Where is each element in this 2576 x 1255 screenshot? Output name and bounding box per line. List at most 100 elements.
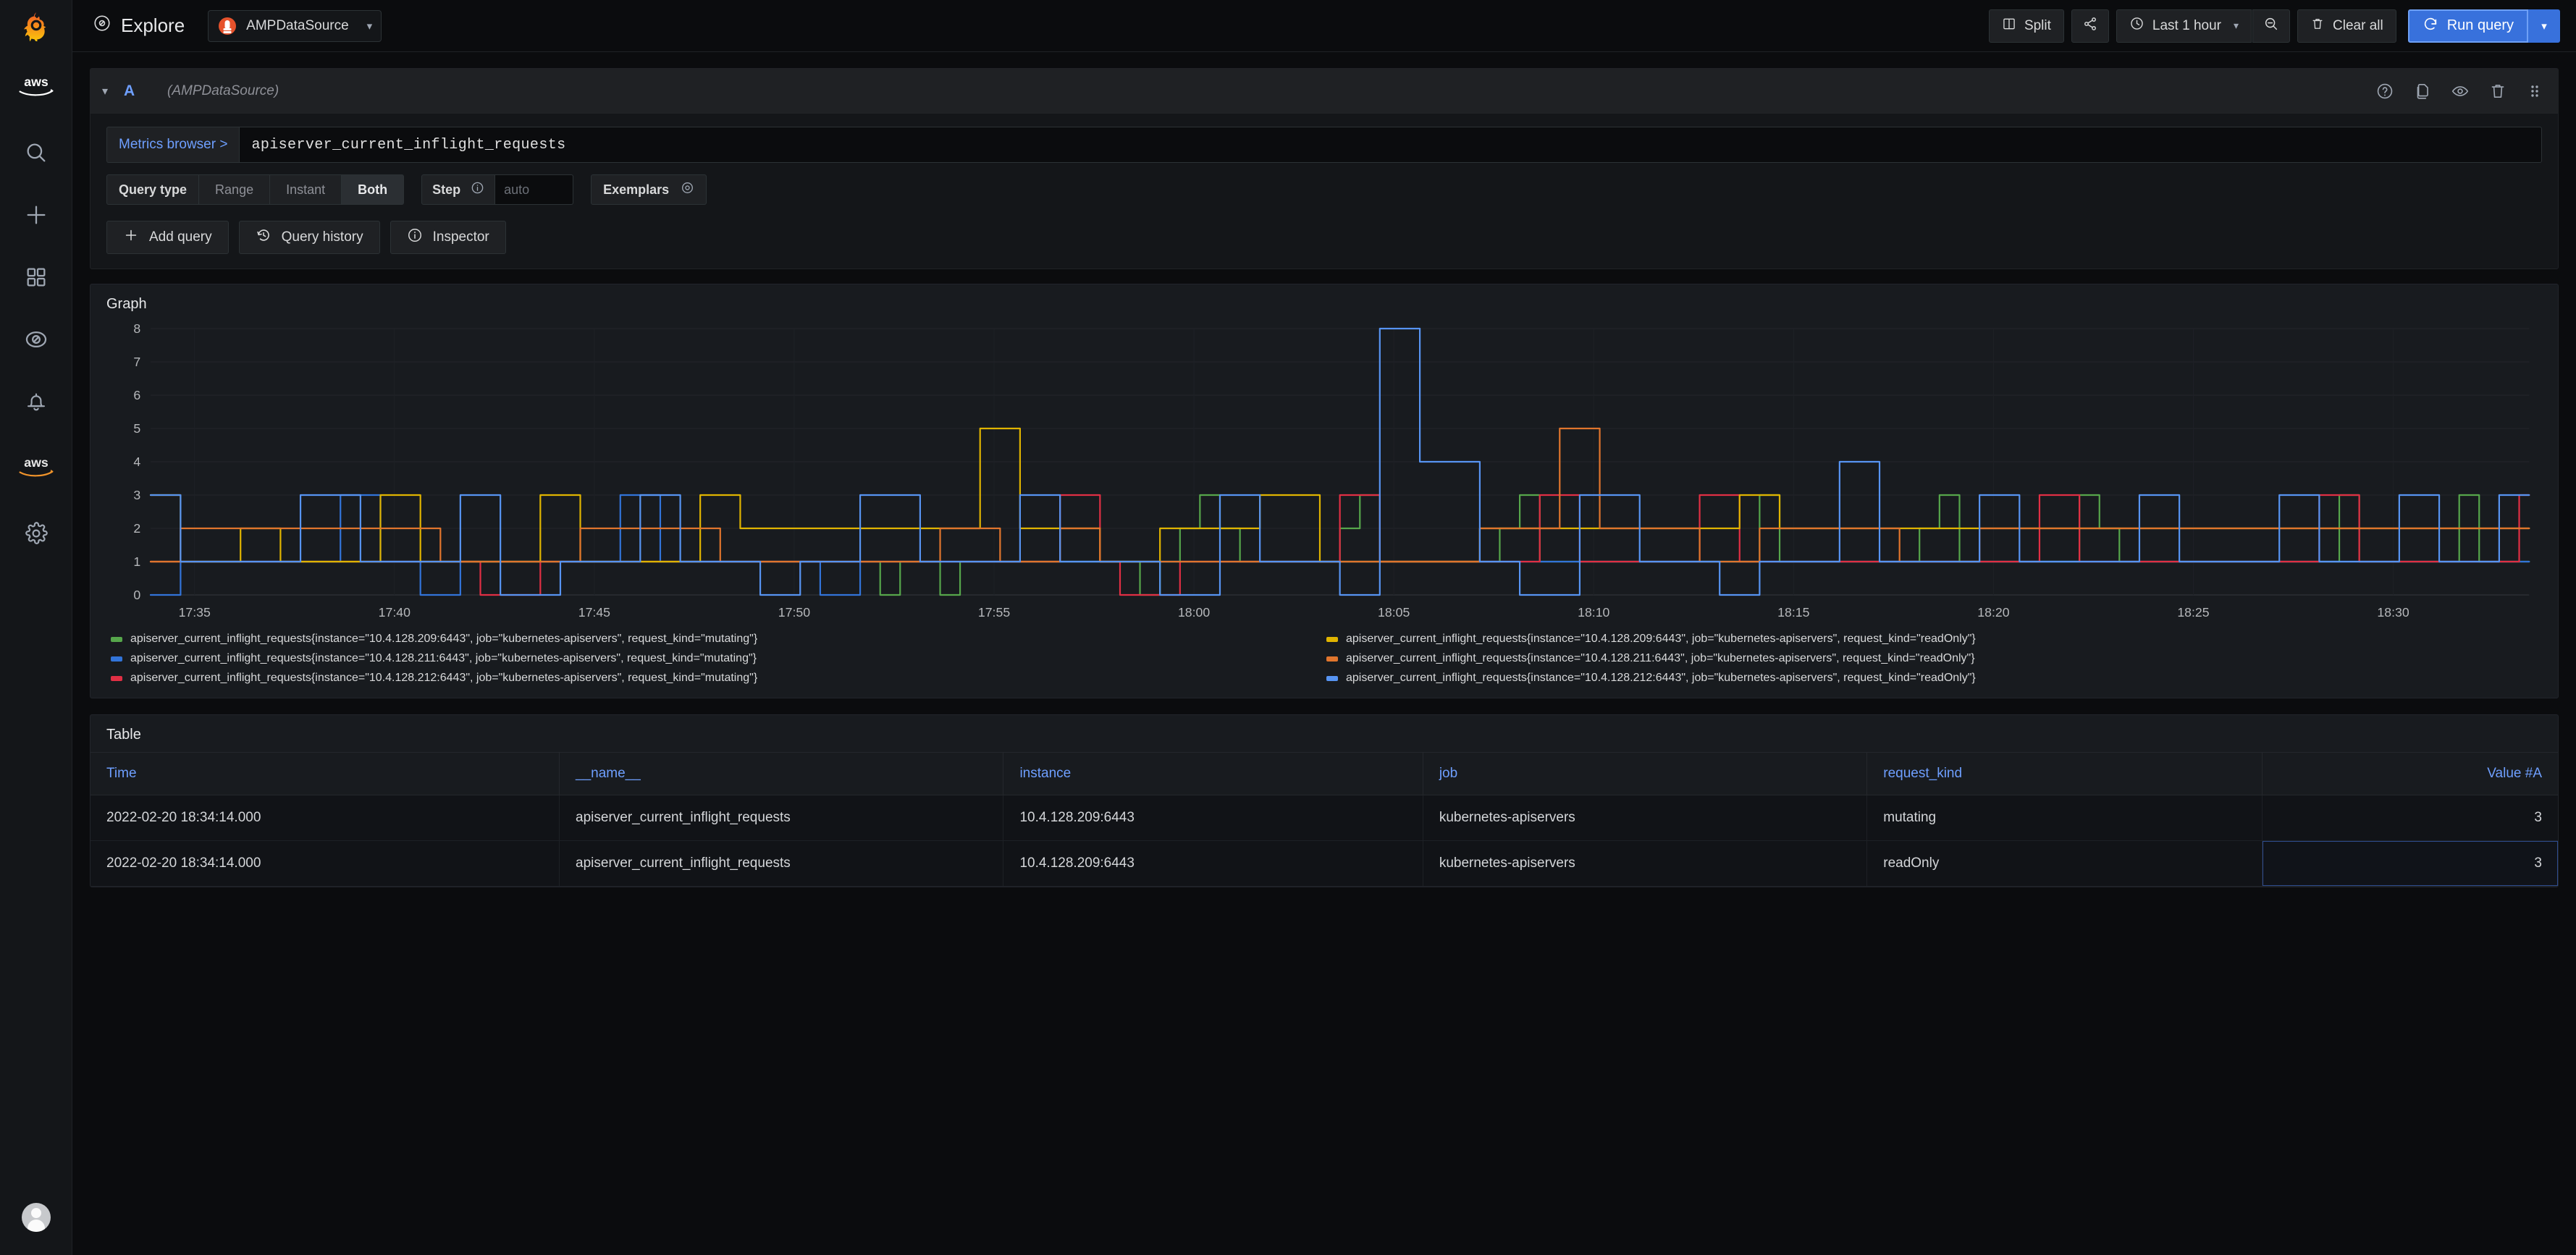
svg-text:4: 4 <box>133 455 140 469</box>
zoom-out-button[interactable] <box>2252 9 2291 43</box>
query-type-instant[interactable]: Instant <box>270 174 342 205</box>
graph-plot-area[interactable]: 0 1 2 3 4 5 6 7 8 17:35 17:40 17:45 17:50 17:55 18:00 1… <box>106 321 2542 625</box>
sidebar-item-aws-logo[interactable]: aws <box>0 52 72 122</box>
table-cell[interactable]: 2022-02-20 18:34:14.000 <box>91 840 560 887</box>
prometheus-icon <box>219 17 237 35</box>
step-input[interactable]: auto <box>495 174 574 205</box>
query-type-both[interactable]: Both <box>342 174 405 205</box>
run-query-label: Run query <box>2446 17 2514 33</box>
sidebar-item-explore[interactable] <box>0 308 72 371</box>
svg-text:0: 0 <box>133 588 140 602</box>
svg-text:1: 1 <box>133 554 140 569</box>
query-ref-id[interactable]: A <box>124 83 167 100</box>
legend-series-label: apiserver_current_inflight_requests{inst… <box>130 633 758 645</box>
legend-item[interactable]: apiserver_current_inflight_requests{inst… <box>111 633 1326 646</box>
datasource-picker[interactable]: AMPDataSource ▾ <box>208 9 382 42</box>
trash-icon[interactable] <box>2488 82 2507 101</box>
svg-text:5: 5 <box>133 421 140 436</box>
table-cell[interactable]: 10.4.128.209:6443 <box>1003 795 1423 841</box>
table-cell[interactable]: kubernetes-apiservers <box>1423 795 1868 841</box>
table-cell[interactable]: 10.4.128.209:6443 <box>1003 840 1423 887</box>
trash-icon <box>2310 17 2325 35</box>
legend-item[interactable]: apiserver_current_inflight_requests{inst… <box>111 672 1326 685</box>
svg-text:18:15: 18:15 <box>1777 605 1809 620</box>
query-row-header: ▾ A (AMPDataSource) <box>91 69 2558 114</box>
metrics-browser-label: Metrics browser > <box>119 137 228 152</box>
query-row-actions <box>2375 82 2543 101</box>
inspector-label: Inspector <box>432 229 489 245</box>
run-query-button[interactable]: Run query <box>2407 9 2528 43</box>
table-column-header[interactable]: __name__ <box>559 752 1004 795</box>
metrics-browser-button[interactable]: Metrics browser > <box>106 127 240 163</box>
table-body: 2022-02-20 18:34:14.000 apiserver_current… <box>91 795 2558 887</box>
split-button[interactable]: Split <box>1988 9 2064 43</box>
duplicate-icon[interactable] <box>2413 82 2432 101</box>
sidebar-item-configuration[interactable] <box>0 502 72 565</box>
graph-legend: apiserver_current_inflight_requests{inst… <box>106 633 2542 685</box>
table-row[interactable]: 2022-02-20 18:34:14.000 apiserver_current… <box>91 840 2558 887</box>
svg-text:6: 6 <box>133 388 140 402</box>
page-title-text: Explore <box>121 14 185 36</box>
main-content: Explore AMPDataSource ▾ Split Last 1 hou… <box>72 0 2576 1255</box>
table-cell[interactable]: mutating <box>1866 795 2263 841</box>
table-column-header[interactable]: Value #A <box>2262 752 2558 795</box>
query-history-button[interactable]: Query history <box>238 221 380 254</box>
chevron-down-icon: ▾ <box>366 20 373 33</box>
page-title: Explore <box>93 14 185 38</box>
top-toolbar: Explore AMPDataSource ▾ Split Last 1 hou… <box>72 0 2576 52</box>
sidebar-item-create[interactable] <box>0 184 72 246</box>
share-button[interactable] <box>2071 9 2109 43</box>
share-icon <box>2082 16 2098 36</box>
legend-item[interactable]: apiserver_current_inflight_requests{inst… <box>1326 652 2542 665</box>
table-head: Time __name__ instance job request_kind Value… <box>91 752 2558 795</box>
query-datasource-note: (AMPDataSource) <box>167 83 279 98</box>
table-cell[interactable]: kubernetes-apiservers <box>1423 840 1868 887</box>
drag-handle-icon[interactable] <box>2526 82 2543 101</box>
table-cell[interactable]: apiserver_current_inflight_requests <box>559 840 1004 887</box>
table-cell[interactable]: 3 <box>2262 795 2558 841</box>
svg-text:aws: aws <box>24 75 49 89</box>
table-column-header[interactable]: Time <box>91 752 560 795</box>
grafana-logo-icon[interactable] <box>0 0 72 52</box>
sidebar-item-dashboards[interactable] <box>0 246 72 308</box>
user-profile-button[interactable] <box>0 1180 72 1255</box>
query-type-label: Query type <box>106 174 200 205</box>
step-label-wrap: Step <box>421 174 496 205</box>
clock-icon <box>2129 16 2144 35</box>
table-cell[interactable]: 2022-02-20 18:34:14.000 <box>91 795 560 841</box>
svg-text:18:20: 18:20 <box>1977 605 2009 620</box>
table-column-header[interactable]: request_kind <box>1866 752 2263 795</box>
legend-item[interactable]: apiserver_current_inflight_requests{inst… <box>1326 672 2542 685</box>
table-column-header[interactable]: instance <box>1003 752 1423 795</box>
table-column-header[interactable]: job <box>1423 752 1868 795</box>
eye-icon[interactable] <box>2451 82 2470 101</box>
legend-color-swatch <box>1326 675 1338 681</box>
query-type-range[interactable]: Range <box>199 174 271 205</box>
run-query-options-button[interactable]: ▾ <box>2528 9 2560 43</box>
sidebar-item-search[interactable] <box>0 122 72 184</box>
sidebar-item-alerting[interactable] <box>0 371 72 433</box>
svg-text:18:25: 18:25 <box>2177 605 2209 620</box>
add-query-button[interactable]: Add query <box>106 221 229 254</box>
promql-expression-input[interactable]: apiserver_current_inflight_requests <box>239 127 2542 163</box>
table-panel: Table Time __name__ instance job request_kin… <box>90 714 2559 887</box>
legend-item[interactable]: apiserver_current_inflight_requests{inst… <box>1326 633 2542 646</box>
table-cell[interactable]: apiserver_current_inflight_requests <box>559 795 1004 841</box>
help-icon[interactable] <box>2375 82 2394 101</box>
table-cell[interactable]: 3 <box>2262 840 2558 887</box>
exemplars-eye-icon <box>681 181 694 198</box>
table-cell[interactable]: readOnly <box>1866 840 2263 887</box>
info-icon[interactable] <box>471 181 484 198</box>
legend-series-label: apiserver_current_inflight_requests{inst… <box>1346 652 1975 664</box>
legend-color-swatch <box>111 636 122 642</box>
legend-color-swatch <box>1326 656 1338 662</box>
inspector-button[interactable]: Inspector <box>390 221 506 254</box>
legend-item[interactable]: apiserver_current_inflight_requests{inst… <box>111 652 1326 665</box>
sidebar-item-aws-plugin[interactable]: aws <box>0 433 72 502</box>
clear-all-button[interactable]: Clear all <box>2297 9 2396 43</box>
chevron-down-icon[interactable]: ▾ <box>102 84 124 98</box>
svg-text:17:50: 17:50 <box>778 605 810 620</box>
exemplars-toggle[interactable]: Exemplars <box>591 174 707 205</box>
time-range-picker[interactable]: Last 1 hour ▾ <box>2116 9 2252 43</box>
table-row[interactable]: 2022-02-20 18:34:14.000 apiserver_current… <box>91 795 2558 841</box>
